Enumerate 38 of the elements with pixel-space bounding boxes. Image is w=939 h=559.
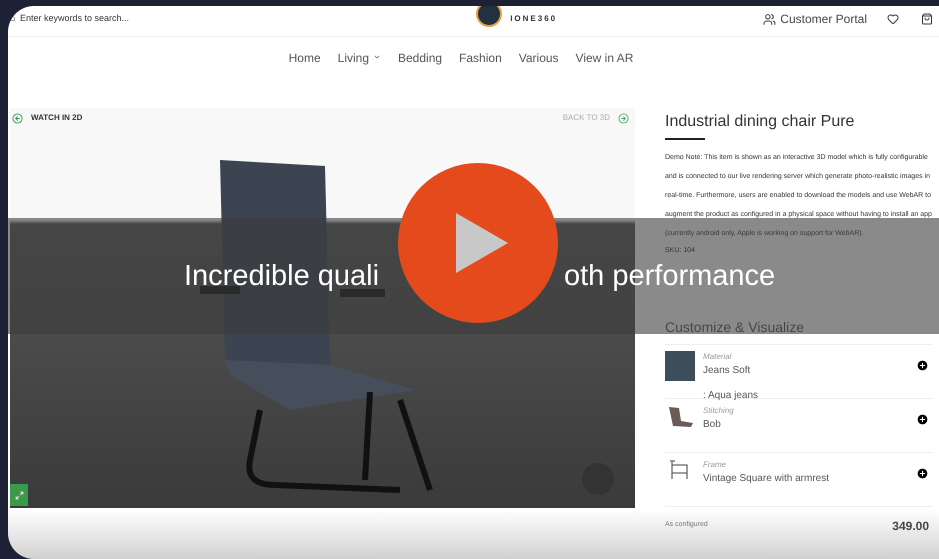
cart-icon[interactable] bbox=[921, 13, 933, 25]
caption-text: Incredible quali bbox=[184, 260, 380, 292]
option-row[interactable]: Frame Vintage Square with armrest bbox=[665, 452, 933, 506]
add-icon[interactable] bbox=[916, 358, 929, 372]
option-value: Bob bbox=[703, 418, 722, 432]
option-value: Vintage Square with armrest bbox=[703, 472, 830, 486]
option-label: Stitching bbox=[703, 404, 735, 416]
logo-icon bbox=[476, 6, 502, 27]
product-title: Industrial dining chair Pure bbox=[665, 112, 856, 132]
search-icon bbox=[10, 16, 16, 22]
option-label: Frame bbox=[703, 458, 728, 470]
arrow-right-icon bbox=[618, 112, 629, 124]
nav-link[interactable]: Fashion bbox=[459, 49, 502, 108]
nav-link[interactable]: Living bbox=[338, 49, 381, 108]
option-label: Material bbox=[703, 350, 732, 362]
customer-portal-link[interactable]: Customer Portal bbox=[763, 10, 867, 28]
add-icon[interactable] bbox=[916, 412, 929, 426]
nav-link[interactable]: Bedding bbox=[398, 49, 442, 108]
nav-link[interactable]: Various bbox=[518, 49, 559, 108]
arrow-left-icon bbox=[12, 112, 23, 124]
nav-link[interactable]: View in AR bbox=[576, 49, 634, 108]
option-value: Jeans Soft bbox=[703, 364, 752, 378]
brand-name: IONE360 bbox=[510, 13, 558, 25]
section-title: Customize & Visualize bbox=[665, 316, 933, 344]
heart-icon[interactable] bbox=[887, 13, 899, 25]
fabric-swatch bbox=[665, 350, 695, 380]
nav-link[interactable]: Home bbox=[288, 49, 321, 108]
option-row[interactable]: Material Jeans Soft : Aqua jeans bbox=[665, 344, 933, 398]
price: 349.00 bbox=[892, 518, 929, 534]
title-underline bbox=[665, 138, 705, 140]
users-icon bbox=[763, 12, 776, 26]
option-row[interactable]: Stitching Bob bbox=[665, 398, 933, 452]
play-icon bbox=[456, 213, 508, 273]
expand-icon bbox=[14, 490, 24, 500]
add-icon[interactable] bbox=[916, 466, 929, 480]
caret-icon bbox=[373, 53, 381, 61]
watch-in-2d-link[interactable]: WATCH IN 2D bbox=[12, 112, 82, 124]
search-field[interactable]: Enter keywords to search... bbox=[10, 12, 310, 26]
